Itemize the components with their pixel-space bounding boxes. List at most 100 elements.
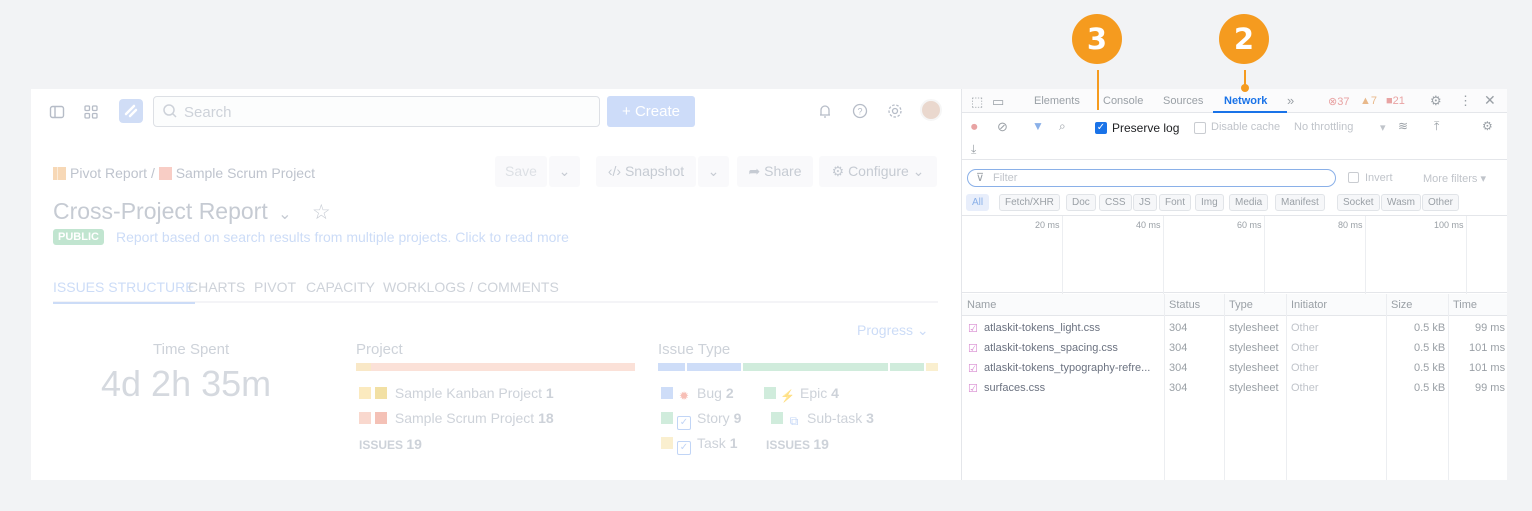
type-filter-fetch-xhr[interactable]: Fetch/XHR [999,194,1060,211]
app-switcher-icon[interactable] [83,104,99,120]
tab-pivot[interactable]: PIVOT [254,279,296,295]
breadcrumb-project[interactable]: Sample Scrum Project [176,165,315,181]
tab-sources[interactable]: Sources [1163,95,1203,107]
more-filters-button[interactable]: More filters ▾ [1423,172,1486,185]
type-filter-doc[interactable]: Doc [1066,194,1096,211]
filter-input[interactable]: ⊽ Filter [967,169,1336,187]
issue-type-legend-item-task[interactable]: ✓ Task 1 [661,435,737,455]
project-distribution-bar [356,363,635,371]
type-filter-font[interactable]: Font [1159,194,1192,211]
info-count[interactable]: ■21 [1386,95,1405,107]
tab-charts[interactable]: CHARTS [188,279,245,295]
warning-count[interactable]: ▲7 [1360,95,1377,107]
invert-label[interactable]: Invert [1365,172,1393,184]
user-avatar[interactable] [920,99,942,121]
jira-logo-icon[interactable] [119,99,143,123]
import-har-icon[interactable]: ⤒ [1434,119,1439,134]
issue-type-legend-item-bug[interactable]: ✹ Bug 2 [661,385,734,403]
save-button[interactable]: Save [495,156,547,187]
save-dropdown-chevron-icon[interactable]: ⌄ [549,156,580,187]
tab-capacity[interactable]: CAPACITY [306,279,375,295]
page-title: Cross-Project Report ⌄ ☆ [53,198,331,225]
help-icon[interactable]: ? [852,103,868,119]
column-header-name[interactable]: Name [967,299,996,311]
throttling-select[interactable]: No throttling [1294,121,1353,133]
record-stop-icon[interactable]: ⏺ [971,119,978,135]
time-spent-value: 4d 2h 35m [101,363,272,404]
type-filter-other[interactable]: Other [1422,194,1460,211]
search-input[interactable]: Search [153,96,600,127]
tab-network[interactable]: Network [1224,95,1267,107]
throttling-dropdown-icon[interactable]: ▾ [1380,121,1386,134]
network-settings-gear-icon[interactable]: ⚙ [1482,119,1493,133]
snapshot-label: Snapshot [624,163,685,179]
issue-type-legend-item-subtask[interactable]: ⧉ Sub-task 3 [771,410,874,428]
snapshot-dropdown-chevron-icon[interactable]: ⌄ [698,156,729,187]
issue-type-distribution-bar [658,363,938,371]
type-filter-socket[interactable]: Socket [1337,194,1380,211]
column-header-type[interactable]: Type [1229,299,1253,311]
search-icon[interactable]: ⌕ [1059,119,1066,134]
tab-worklogs-comments[interactable]: WORKLOGS / COMMENTS [383,279,559,295]
filter-funnel-icon[interactable]: ▼ [1032,119,1044,133]
tab-elements[interactable]: Elements [1034,95,1080,107]
tab-issues-structure[interactable]: ISSUES STRUCTURE [53,279,195,304]
create-button[interactable]: + Create [607,96,695,127]
type-filter-img[interactable]: Img [1195,194,1224,211]
settings-gear-icon[interactable] [887,103,903,119]
type-filter-css[interactable]: CSS [1099,194,1132,211]
timeline-tick: 20 ms [1035,220,1060,230]
disable-cache-checkbox[interactable] [1194,122,1206,134]
disable-cache-label[interactable]: Disable cache [1211,121,1280,133]
progress-dropdown[interactable]: Progress ⌄ [857,322,929,339]
type-filter-wasm[interactable]: Wasm [1381,194,1421,211]
project-legend-item-scrum[interactable]: Sample Scrum Project 18 [359,410,554,426]
star-favorite-icon[interactable]: ☆ [312,201,331,224]
type-filter-media[interactable]: Media [1229,194,1269,211]
request-status: 304 [1169,322,1188,334]
tab-console[interactable]: Console [1103,95,1143,107]
devtools-settings-gear-icon[interactable]: ⚙ [1430,93,1442,109]
share-button[interactable]: ➦ Share [737,156,813,187]
column-header-time[interactable]: Time [1453,299,1477,311]
invert-checkbox[interactable] [1348,172,1359,183]
subtask-icon: ⧉ [789,414,799,428]
devtools-panel: ⬚ ▭ Elements Console Sources Network » ⊗… [961,89,1507,480]
inspect-element-icon[interactable]: ⬚ [971,94,983,110]
column-header-initiator[interactable]: Initiator [1291,299,1327,311]
column-header-size[interactable]: Size [1391,299,1412,311]
snapshot-button[interactable]: ‹/› Snapshot [596,156,696,187]
type-filter-manifest[interactable]: Manifest [1275,194,1325,211]
request-type: stylesheet [1229,362,1279,374]
device-toolbar-icon[interactable]: ▭ [992,94,1004,110]
more-tabs-chevron-icon[interactable]: » [1287,93,1294,108]
clear-icon[interactable]: ⊘ [997,119,1008,135]
notifications-bell-icon[interactable] [817,103,833,119]
project-legend-item-kanban[interactable]: Sample Kanban Project 1 [359,385,554,401]
issue-type-legend-item-epic[interactable]: ⚡ Epic 4 [764,385,839,403]
scrum-project-avatar-icon [375,412,387,424]
type-filter-js[interactable]: JS [1133,194,1157,211]
type-filter-all[interactable]: All [966,194,990,211]
preserve-log-checkbox[interactable]: ✓ [1095,122,1107,134]
network-conditions-icon[interactable]: ≋ [1398,119,1408,133]
configure-button[interactable]: ⚙ Configure ⌄ [819,156,937,187]
error-count[interactable]: ⊗37 [1328,95,1349,108]
timeline-gridline [1062,216,1063,294]
column-header-status[interactable]: Status [1169,299,1200,311]
issues-total: 19 [406,436,422,452]
sidebar-toggle-icon[interactable] [49,104,65,120]
report-description-link[interactable]: Report based on search results from mult… [116,229,569,245]
request-initiator: Other [1291,382,1319,394]
issue-type-count: 3 [866,410,874,426]
preserve-log-label[interactable]: Preserve log [1112,121,1179,135]
close-devtools-icon[interactable]: ✕ [1484,92,1496,109]
more-options-icon[interactable]: ⋮ [1459,93,1472,109]
issue-type-legend-item-story[interactable]: ✓ Story 9 [661,410,741,430]
callout-badge-2: 2 [1219,14,1269,64]
title-chevron-down-icon[interactable]: ⌄ [278,206,291,223]
bar-segment-bug [658,363,685,371]
breadcrumb-pivot-report[interactable]: Pivot Report [70,165,147,181]
network-timeline-overview[interactable]: 20 ms 40 ms 60 ms 80 ms 100 ms [962,215,1507,294]
export-har-icon[interactable]: ⤓ [971,142,976,157]
